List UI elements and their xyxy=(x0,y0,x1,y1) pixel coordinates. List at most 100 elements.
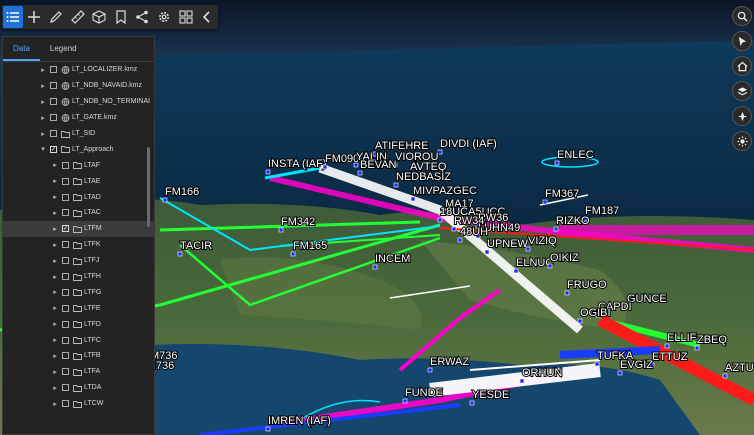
caret-right-icon[interactable]: ▸ xyxy=(51,273,59,281)
layer-row[interactable]: ▸ LTFB xyxy=(3,348,154,364)
waypoint-marker[interactable] xyxy=(554,160,560,166)
waypoint-marker[interactable] xyxy=(525,246,531,252)
waypoint-marker[interactable] xyxy=(410,196,416,202)
waypoint-label[interactable]: OGIBI xyxy=(579,306,612,320)
waypoint-marker[interactable] xyxy=(322,164,328,170)
tab-legend[interactable]: Legend xyxy=(40,37,87,61)
waypoint-marker[interactable] xyxy=(513,268,519,274)
waypoint-label[interactable]: YESDE xyxy=(471,388,510,402)
layer-row[interactable]: ▸ LTAE xyxy=(3,173,154,189)
waypoint-label[interactable]: IMREN (IAF) xyxy=(267,414,332,428)
visibility-checkbox[interactable] xyxy=(62,384,69,392)
layer-row[interactable]: ▸ LTAF xyxy=(3,157,154,173)
waypoint-marker[interactable] xyxy=(265,169,271,175)
caret-down-icon[interactable]: ▾ xyxy=(39,145,47,153)
waypoint-label[interactable]: FM367 xyxy=(544,187,580,201)
waypoint-marker[interactable] xyxy=(427,367,433,373)
waypoint-label[interactable]: INCEM xyxy=(374,252,411,266)
caret-right-icon[interactable]: ▸ xyxy=(51,241,59,249)
layer-row[interactable]: ▸ LT_LOCALIZER.kmz xyxy=(3,62,154,78)
visibility-checkbox[interactable] xyxy=(50,130,57,137)
caret-right-icon[interactable]: ▸ xyxy=(51,352,59,360)
waypoint-label[interactable]: EVGIZ xyxy=(619,358,654,372)
waypoint-marker[interactable] xyxy=(177,251,183,257)
grid-icon[interactable] xyxy=(176,6,196,28)
waypoint-marker[interactable] xyxy=(357,170,363,176)
caret-right-icon[interactable]: ▸ xyxy=(51,288,59,296)
draw-pen-icon[interactable] xyxy=(46,6,66,28)
waypoint-marker[interactable] xyxy=(372,264,378,270)
caret-right-icon[interactable]: ▸ xyxy=(51,225,59,233)
home-icon[interactable] xyxy=(732,56,752,76)
waypoint-label[interactable]: MIVPAZGEC xyxy=(412,184,478,198)
waypoint-marker[interactable] xyxy=(519,378,525,384)
waypoint-label[interactable]: RIZKO xyxy=(555,214,591,228)
waypoint-marker[interactable] xyxy=(353,162,359,168)
visibility-checkbox[interactable]: ✓ xyxy=(50,145,57,153)
layers-list-icon[interactable] xyxy=(3,6,23,28)
caret-right-icon[interactable]: ▸ xyxy=(39,98,47,106)
caret-right-icon[interactable]: ▸ xyxy=(39,114,47,122)
caret-right-icon[interactable]: ▸ xyxy=(51,193,59,201)
waypoint-label[interactable]: FM342 xyxy=(280,215,316,229)
visibility-checkbox[interactable] xyxy=(62,209,69,217)
waypoint-marker[interactable] xyxy=(278,227,284,233)
layer-row[interactable]: ▸ LTFA xyxy=(3,364,154,380)
waypoint-marker[interactable] xyxy=(542,199,548,205)
caret-right-icon[interactable]: ▸ xyxy=(51,336,59,344)
caret-right-icon[interactable]: ▸ xyxy=(51,257,59,265)
layer-row[interactable]: ▸ LT_NDB_NO_TERMINAI xyxy=(3,94,154,110)
share-icon[interactable] xyxy=(133,6,153,28)
waypoint-marker[interactable] xyxy=(451,226,457,232)
visibility-checkbox[interactable] xyxy=(62,273,69,281)
caret-right-icon[interactable]: ▸ xyxy=(39,130,47,138)
visibility-checkbox[interactable] xyxy=(50,98,57,106)
compass-icon[interactable] xyxy=(732,106,752,126)
waypoint-label[interactable]: FRUGO xyxy=(566,278,608,292)
waypoint-marker[interactable] xyxy=(594,361,600,367)
search-icon[interactable] xyxy=(732,6,752,26)
pointer-arrow-icon[interactable] xyxy=(732,31,752,51)
visibility-checkbox[interactable] xyxy=(50,66,57,74)
caret-right-icon[interactable]: ▸ xyxy=(51,161,59,169)
layer-row[interactable]: ▸ LTFD xyxy=(3,316,154,332)
waypoint-marker[interactable] xyxy=(437,149,443,155)
visibility-checkbox[interactable] xyxy=(62,161,69,169)
waypoint-label[interactable]: VIZIQ xyxy=(527,234,558,248)
waypoint-marker[interactable] xyxy=(722,373,728,379)
visibility-checkbox[interactable] xyxy=(62,177,69,185)
waypoint-marker[interactable] xyxy=(265,426,271,432)
tab-data[interactable]: Data xyxy=(3,37,40,61)
waypoint-label[interactable]: FM165 xyxy=(292,239,328,253)
visibility-checkbox[interactable] xyxy=(50,114,57,122)
layer-row[interactable]: ▸ LT_SID xyxy=(3,126,154,142)
waypoint-label[interactable]: ENLEC xyxy=(556,148,595,162)
caret-right-icon[interactable]: ▸ xyxy=(39,82,47,90)
caret-right-icon[interactable]: ▸ xyxy=(51,384,59,392)
layer-row[interactable]: ▸ LT_NDB_NAVAID.kmz xyxy=(3,78,154,94)
visibility-checkbox[interactable] xyxy=(62,241,69,249)
visibility-checkbox[interactable] xyxy=(62,368,69,376)
waypoint-label[interactable]: 48UH xyxy=(459,225,489,239)
waypoint-label[interactable]: DIVDI (IAF) xyxy=(439,137,498,151)
waypoint-label[interactable]: AZTU xyxy=(724,361,754,375)
cube-3d-icon[interactable] xyxy=(89,6,109,28)
waypoint-label[interactable]: FM187 xyxy=(584,204,620,218)
layer-row[interactable]: ▸ LTCW xyxy=(3,396,154,412)
layer-row[interactable]: ▸ LTFE xyxy=(3,300,154,316)
waypoint-marker[interactable] xyxy=(664,343,670,349)
waypoint-label[interactable]: NEDBASIZ xyxy=(395,170,452,184)
waypoint-label[interactable]: INSTA (IAF) xyxy=(267,157,327,171)
map-layers-icon[interactable] xyxy=(732,81,752,101)
waypoint-label[interactable]: OIKIZ xyxy=(549,251,580,265)
measure-ruler-icon[interactable] xyxy=(68,6,88,28)
waypoint-label[interactable]: ETTUZ xyxy=(651,350,689,364)
waypoint-marker[interactable] xyxy=(457,237,463,243)
visibility-checkbox[interactable] xyxy=(62,400,69,408)
visibility-checkbox[interactable] xyxy=(62,336,69,344)
waypoint-marker[interactable] xyxy=(402,398,408,404)
waypoint-marker[interactable] xyxy=(564,290,570,296)
visibility-checkbox[interactable] xyxy=(62,320,69,328)
caret-right-icon[interactable]: ▸ xyxy=(51,320,59,328)
visibility-checkbox[interactable] xyxy=(62,288,69,296)
